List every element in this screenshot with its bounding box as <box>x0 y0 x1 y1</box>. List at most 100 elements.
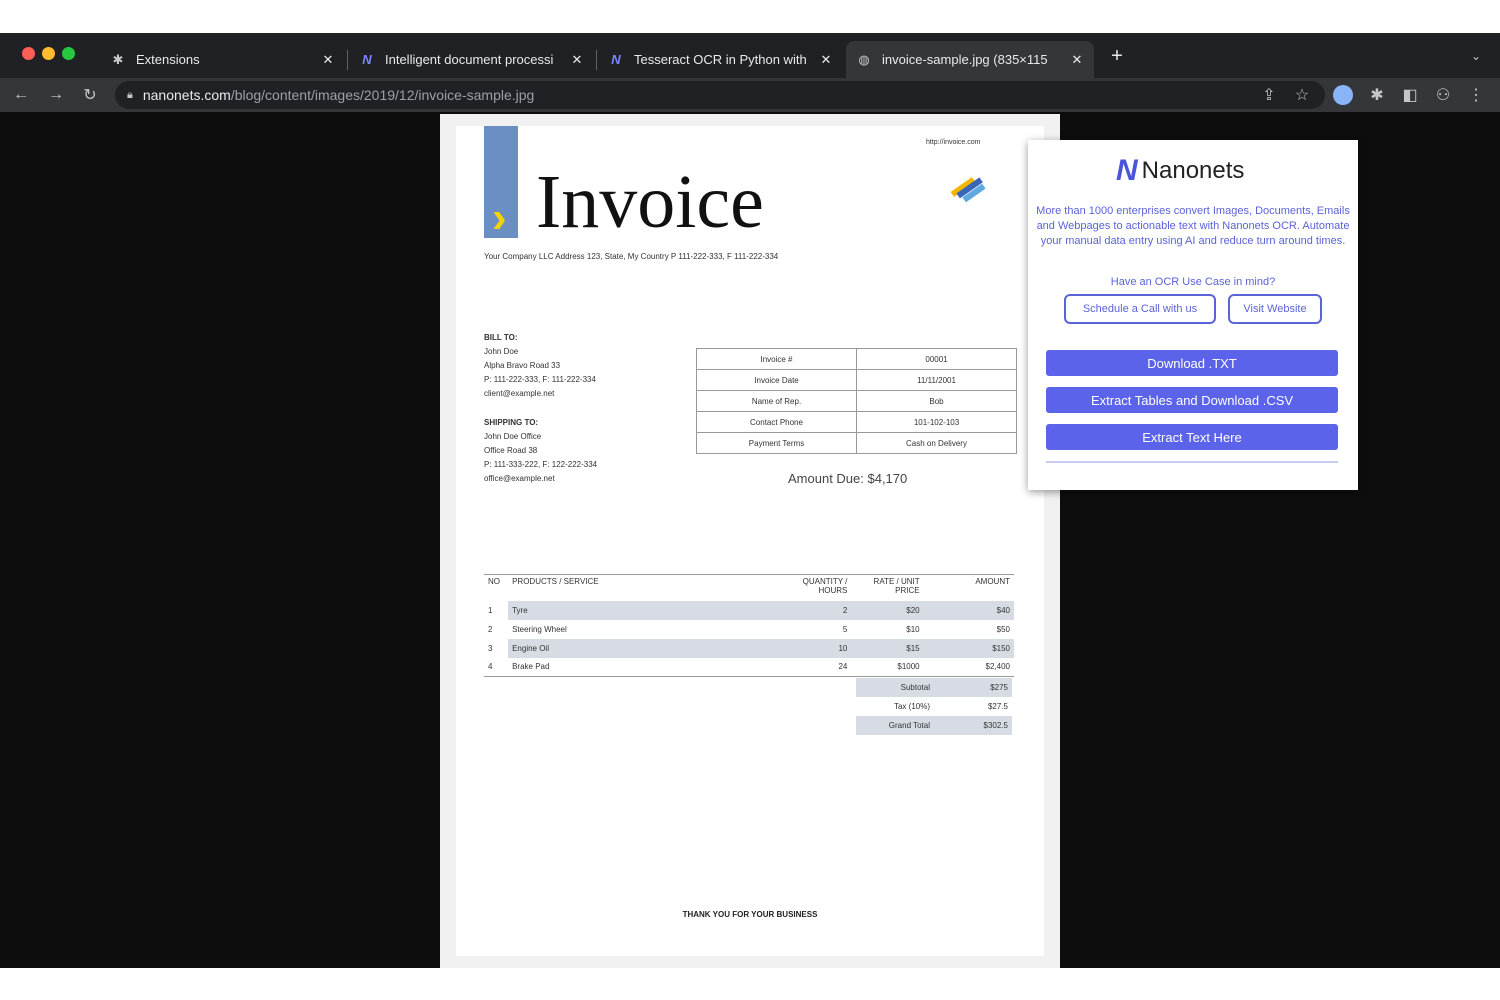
extract-text-button[interactable]: Extract Text Here <box>1046 424 1338 450</box>
item-qty: 10 <box>779 638 852 658</box>
item-rate: $10 <box>906 624 920 634</box>
table-row: 1 Tyre 2 $20 $40 <box>484 600 1014 620</box>
back-button[interactable]: ← <box>8 82 34 108</box>
brand-name: Nanonets <box>1141 157 1245 184</box>
close-icon[interactable]: ✕ <box>321 52 335 68</box>
bookmark-star-icon[interactable]: ☆ <box>1289 82 1315 108</box>
close-icon[interactable]: ✕ <box>1070 52 1084 68</box>
page-viewport: › Invoice http://invoice.com Your Compan… <box>0 112 1500 968</box>
total-value: $275 <box>934 678 1012 697</box>
item-product: Tyre <box>508 600 780 620</box>
chevron-right-icon: › <box>492 193 507 242</box>
extensions-puzzle-icon[interactable]: ✱ <box>1364 82 1390 108</box>
nanonets-extension-icon[interactable] <box>1330 82 1356 108</box>
new-tab-button[interactable]: + <box>1104 43 1130 69</box>
ship-to-label: SHIPPING TO: <box>484 418 539 427</box>
company-line: Your Company LLC Address 123, State, My … <box>484 252 779 261</box>
item-rate: $20 <box>851 600 924 620</box>
amount-due: Amount Due: $4,170 <box>788 471 908 486</box>
table-row: Invoice Date 11/11/2001 <box>696 369 1017 391</box>
tab-extensions[interactable]: ✱ Extensions ✕ <box>100 41 345 78</box>
visit-website-button[interactable]: Visit Website <box>1228 294 1322 324</box>
more-menu-icon[interactable]: ⋮ <box>1463 82 1489 108</box>
bill-to-line: Alpha Bravo Road 33 <box>484 361 561 370</box>
schedule-call-button[interactable]: Schedule a Call with us <box>1064 294 1216 324</box>
item-amount: $150 <box>923 638 1014 658</box>
browser-window: ✱ Extensions ✕ N Intelligent document pr… <box>0 33 1500 968</box>
download-txt-button[interactable]: Download .TXT <box>1046 350 1338 376</box>
tab-strip: ✱ Extensions ✕ N Intelligent document pr… <box>0 33 1500 78</box>
item-no: 2 <box>488 624 493 634</box>
tab-separator <box>596 50 597 70</box>
detail-label: Invoice Date <box>696 369 857 391</box>
ship-to-line: John Doe Office <box>484 432 542 441</box>
tab-intelligent-document-processing[interactable]: N Intelligent document processi ✕ <box>349 41 594 78</box>
item-rate: $1000 <box>897 662 920 672</box>
ship-to-line: Office Road 38 <box>484 446 538 455</box>
total-label: Subtotal <box>856 678 934 697</box>
column-header: PRODUCTS / SERVICE <box>508 574 780 601</box>
column-header: QUANTITY / HOURS <box>779 574 852 601</box>
address-host: nanonets.com <box>142 87 231 103</box>
detail-value: Cash on Delivery <box>856 432 1017 454</box>
invoice-url: http://invoice.com <box>926 139 981 146</box>
ship-to-line: P: 111-333-222, F: 122-222-334 <box>484 460 598 469</box>
nanonets-icon: N <box>362 52 372 67</box>
table-row: Tax (10%) $27.5 <box>856 697 1012 716</box>
close-icon[interactable]: ✕ <box>570 52 584 68</box>
bill-to-line: P: 111-222-333, F: 111-222-334 <box>484 375 596 384</box>
detail-label: Payment Terms <box>696 432 857 454</box>
detail-value: Bob <box>856 390 1017 412</box>
detail-value: 00001 <box>856 348 1017 370</box>
close-icon[interactable]: ✕ <box>819 52 833 68</box>
table-row: 3 Engine Oil 10 $15 $150 <box>484 638 1014 658</box>
address-bar[interactable]: 🔒︎ nanonets.com/blog/content/images/2019… <box>115 81 1325 109</box>
maximize-window-icon[interactable] <box>62 47 75 60</box>
nanonets-icon: N <box>611 52 621 67</box>
forward-button[interactable]: → <box>43 82 69 108</box>
item-no: 1 <box>488 605 493 615</box>
extract-tables-csv-button[interactable]: Extract Tables and Download .CSV <box>1046 387 1338 413</box>
image-viewer: › Invoice http://invoice.com Your Compan… <box>440 114 1060 968</box>
item-qty: 24 <box>838 662 848 672</box>
tab-tesseract-ocr[interactable]: N Tesseract OCR in Python with ✕ <box>598 41 843 78</box>
bill-to-line: John Doe <box>484 347 519 356</box>
invoice-details-table: Invoice #00001 Invoice Date 11/11/2001 Na… <box>696 348 1017 454</box>
total-value: $302.5 <box>934 716 1012 735</box>
invoice-title: Invoice <box>536 160 764 244</box>
column-header: RATE / UNIT PRICE <box>851 574 924 601</box>
share-icon[interactable]: ⇪ <box>1256 82 1282 108</box>
column-header: NO <box>484 574 509 601</box>
globe-icon: ◍ <box>858 51 870 67</box>
table-header-row: NO PRODUCTS / SERVICE QUANTITY / HOURS R… <box>484 574 1014 601</box>
item-amount: $40 <box>923 600 1014 620</box>
ship-to-line: office@example.net <box>484 474 555 483</box>
table-row: 4 Brake Pad 24 $1000 $2,400 <box>484 658 1014 677</box>
bill-to-label: BILL TO: <box>484 333 518 342</box>
address-path: /blog/content/images/2019/12/invoice-sam… <box>230 87 535 103</box>
reload-button[interactable]: ↻ <box>77 82 103 108</box>
bill-to-line: client@example.net <box>484 389 555 398</box>
column-header: AMOUNT <box>923 574 1014 601</box>
item-no: 3 <box>488 643 493 653</box>
nanonets-extension-popup: N Nanonets More than 1000 enterprises co… <box>1028 140 1358 490</box>
totals-table: Subtotal $275 Tax (10%) $27.5 Grand Total $… <box>856 678 1012 735</box>
table-row: Grand Total $302.5 <box>856 716 1012 735</box>
table-row: 2 Steering Wheel 5 $10 $50 <box>484 620 1014 639</box>
chevron-down-icon[interactable]: ⌄ <box>1463 43 1489 69</box>
minimize-window-icon[interactable] <box>42 47 55 60</box>
line-items-table: NO PRODUCTS / SERVICE QUANTITY / HOURS R… <box>484 574 1014 677</box>
detail-label: Contact Phone <box>696 411 857 433</box>
item-qty: 5 <box>842 624 848 634</box>
close-window-icon[interactable] <box>22 47 35 60</box>
total-label: Grand Total <box>856 716 934 735</box>
tab-separator <box>347 50 348 70</box>
tab-invoice-sample[interactable]: ◍ invoice-sample.jpg (835×115 ✕ <box>846 41 1094 78</box>
company-logo-icon <box>950 177 986 202</box>
table-row: Contact Phone 101-102-103 <box>696 411 1017 433</box>
item-amount: $2,400 <box>985 662 1010 672</box>
detail-value: 101-102-103 <box>856 411 1017 433</box>
profile-icon[interactable]: ⚇ <box>1430 82 1456 108</box>
side-panel-icon[interactable]: ◧ <box>1397 82 1423 108</box>
detail-label: Name of Rep. <box>696 390 857 412</box>
